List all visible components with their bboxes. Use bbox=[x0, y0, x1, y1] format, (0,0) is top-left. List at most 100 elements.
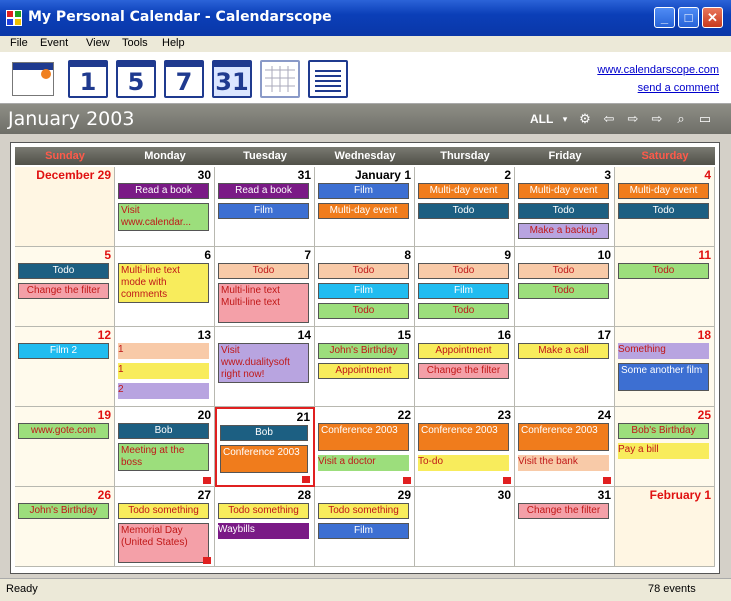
day-cell[interactable]: 27 Todo something Memorial Day (United Sta… bbox=[115, 487, 215, 567]
more-events-icon[interactable] bbox=[403, 477, 411, 484]
day-cell[interactable]: 7 Todo Multi-line text Multi-line text bbox=[215, 247, 315, 327]
calendar-event[interactable]: Conference 2003 bbox=[418, 423, 509, 451]
more-events-icon[interactable] bbox=[503, 477, 511, 484]
calendar-event[interactable]: www.gote.com bbox=[18, 423, 109, 439]
binoculars-icon[interactable]: ⌕ bbox=[674, 112, 688, 126]
day-cell[interactable]: 19 www.gote.com bbox=[15, 407, 115, 487]
calendar-event[interactable]: 1 bbox=[118, 343, 209, 359]
calendar-event[interactable]: John's Birthday bbox=[318, 343, 409, 359]
calendar-event[interactable]: Visit www.calendar... bbox=[118, 203, 209, 231]
day-cell[interactable]: December 29 bbox=[15, 167, 115, 247]
window-icon[interactable]: ▭ bbox=[698, 112, 712, 126]
calendar-event[interactable]: Todo bbox=[518, 283, 609, 299]
calendar-event[interactable]: Multi-day event bbox=[518, 183, 609, 199]
calendar-event[interactable]: Bob bbox=[220, 425, 308, 441]
maximize-button[interactable]: □ bbox=[678, 7, 699, 28]
day-cell[interactable]: 31 Read a book Film bbox=[215, 167, 315, 247]
day-cell[interactable]: 16 Appointment Change the filter bbox=[415, 327, 515, 407]
day-cell[interactable]: 24 Conference 2003 Visit the bank bbox=[515, 407, 615, 487]
arrow-right-icon[interactable]: ⇨ bbox=[650, 112, 664, 126]
minimize-button[interactable]: _ bbox=[654, 7, 675, 28]
menu-help[interactable]: Help bbox=[162, 37, 185, 49]
calendar-event[interactable]: Film bbox=[318, 183, 409, 199]
month-view-button[interactable]: 31 bbox=[212, 60, 252, 98]
day-cell[interactable]: 25 Bob's Birthday Pay a bill bbox=[615, 407, 715, 487]
calendar-event[interactable]: Visit a doctor bbox=[318, 455, 409, 471]
calendar-event[interactable]: Change the filter bbox=[18, 283, 109, 299]
day-cell[interactable]: 5 Todo Change the filter bbox=[15, 247, 115, 327]
calendar-event[interactable]: Todo bbox=[518, 203, 609, 219]
calendar-event[interactable]: Todo bbox=[618, 263, 709, 279]
chevron-down-icon[interactable]: ▾ bbox=[558, 112, 572, 126]
calendar-event[interactable]: Todo bbox=[518, 263, 609, 279]
calendar-event[interactable]: Something bbox=[618, 343, 709, 359]
calendar-event[interactable]: Film bbox=[418, 283, 509, 299]
calendar-event[interactable]: Todo bbox=[318, 303, 409, 319]
menu-view[interactable]: View bbox=[86, 37, 110, 49]
arrow-right-dim-icon[interactable]: ⇨ bbox=[626, 112, 640, 126]
day-cell[interactable]: 3 Multi-day event Todo Make a backup bbox=[515, 167, 615, 247]
day-cell[interactable]: February 1 bbox=[615, 487, 715, 567]
calendar-event[interactable]: Multi-day event bbox=[418, 183, 509, 199]
calendar-event[interactable]: Todo bbox=[318, 263, 409, 279]
calendar-event[interactable]: Film 2 bbox=[18, 343, 109, 359]
calendar-event[interactable]: Appointment bbox=[418, 343, 509, 359]
day-cell[interactable]: 6 Multi-line text mode with comments bbox=[115, 247, 215, 327]
calendar-event[interactable]: 1 bbox=[118, 363, 209, 379]
calendar-event[interactable]: Multi-day event bbox=[618, 183, 709, 199]
work-week-view-button[interactable]: 5 bbox=[116, 60, 156, 98]
calendar-event[interactable]: Bob's Birthday bbox=[618, 423, 709, 439]
day-cell[interactable]: 23 Conference 2003 To-do bbox=[415, 407, 515, 487]
calendar-event[interactable]: Multi-day event bbox=[318, 203, 409, 219]
day-cell[interactable]: 28 Todo something Waybills bbox=[215, 487, 315, 567]
calendar-event[interactable]: To-do bbox=[418, 455, 509, 471]
calendar-event[interactable]: Todo bbox=[418, 303, 509, 319]
day-cell[interactable]: 12 Film 2 bbox=[15, 327, 115, 407]
more-events-icon[interactable] bbox=[302, 476, 310, 483]
calendar-event[interactable]: Todo bbox=[418, 263, 509, 279]
calendar-event[interactable]: Make a backup bbox=[518, 223, 609, 239]
day-cell[interactable]: 14 Visit www.dualitysoft right now! bbox=[215, 327, 315, 407]
day-view-button[interactable]: 1 bbox=[68, 60, 108, 98]
year-view-button[interactable] bbox=[260, 60, 300, 98]
calendar-event[interactable]: Some another film bbox=[618, 363, 709, 391]
day-cell[interactable]: 29 Todo something Film bbox=[315, 487, 415, 567]
day-cell[interactable]: 4 Multi-day event Todo bbox=[615, 167, 715, 247]
day-cell[interactable]: 17 Make a call bbox=[515, 327, 615, 407]
calendar-event[interactable]: Bob bbox=[118, 423, 209, 439]
day-cell[interactable]: 22 Conference 2003 Visit a doctor bbox=[315, 407, 415, 487]
day-cell[interactable]: 20 Bob Meeting at the boss bbox=[115, 407, 215, 487]
calendar-event[interactable]: Film bbox=[218, 203, 309, 219]
day-cell[interactable]: 15 John's Birthday Appointment bbox=[315, 327, 415, 407]
website-link[interactable]: www.calendarscope.com bbox=[597, 64, 719, 76]
calendar-event[interactable]: Conference 2003 bbox=[220, 445, 308, 473]
calendar-event[interactable]: Read a book bbox=[118, 183, 209, 199]
more-events-icon[interactable] bbox=[203, 557, 211, 564]
calendar-event[interactable]: Todo bbox=[18, 263, 109, 279]
day-cell[interactable]: 11 Todo bbox=[615, 247, 715, 327]
day-cell[interactable]: 30 Read a book Visit www.calendar... bbox=[115, 167, 215, 247]
calendar-event[interactable]: Todo something bbox=[218, 503, 309, 519]
menu-event[interactable]: Event bbox=[40, 37, 68, 49]
day-cell[interactable]: 18 Something Some another film bbox=[615, 327, 715, 407]
more-events-icon[interactable] bbox=[203, 477, 211, 484]
calendar-event[interactable]: Memorial Day (United States) bbox=[118, 523, 209, 563]
calendar-event[interactable]: Todo bbox=[218, 263, 309, 279]
calendar-event[interactable]: Multi-line text Multi-line text bbox=[218, 283, 309, 323]
calendar-event[interactable]: Multi-line text mode with comments bbox=[118, 263, 209, 303]
calendar-event[interactable]: Change the filter bbox=[518, 503, 609, 519]
calendar-event[interactable]: Meeting at the boss bbox=[118, 443, 209, 471]
menu-tools[interactable]: Tools bbox=[122, 37, 148, 49]
calendar-event[interactable]: Waybills bbox=[218, 523, 309, 539]
calendar-event[interactable]: Make a call bbox=[518, 343, 609, 359]
day-cell[interactable]: 10 Todo Todo bbox=[515, 247, 615, 327]
calendar-event[interactable]: Read a book bbox=[218, 183, 309, 199]
day-cell[interactable]: 13 1 1 2 bbox=[115, 327, 215, 407]
calendar-event[interactable]: Todo something bbox=[318, 503, 409, 519]
arrow-left-icon[interactable]: ⇦ bbox=[602, 112, 616, 126]
day-cell[interactable]: 26 John's Birthday bbox=[15, 487, 115, 567]
week-view-button[interactable]: 7 bbox=[164, 60, 204, 98]
calendar-event[interactable]: Film bbox=[318, 523, 409, 539]
filter-dropdown[interactable]: ALL bbox=[530, 112, 553, 126]
calendar-event[interactable]: Change the filter bbox=[418, 363, 509, 379]
